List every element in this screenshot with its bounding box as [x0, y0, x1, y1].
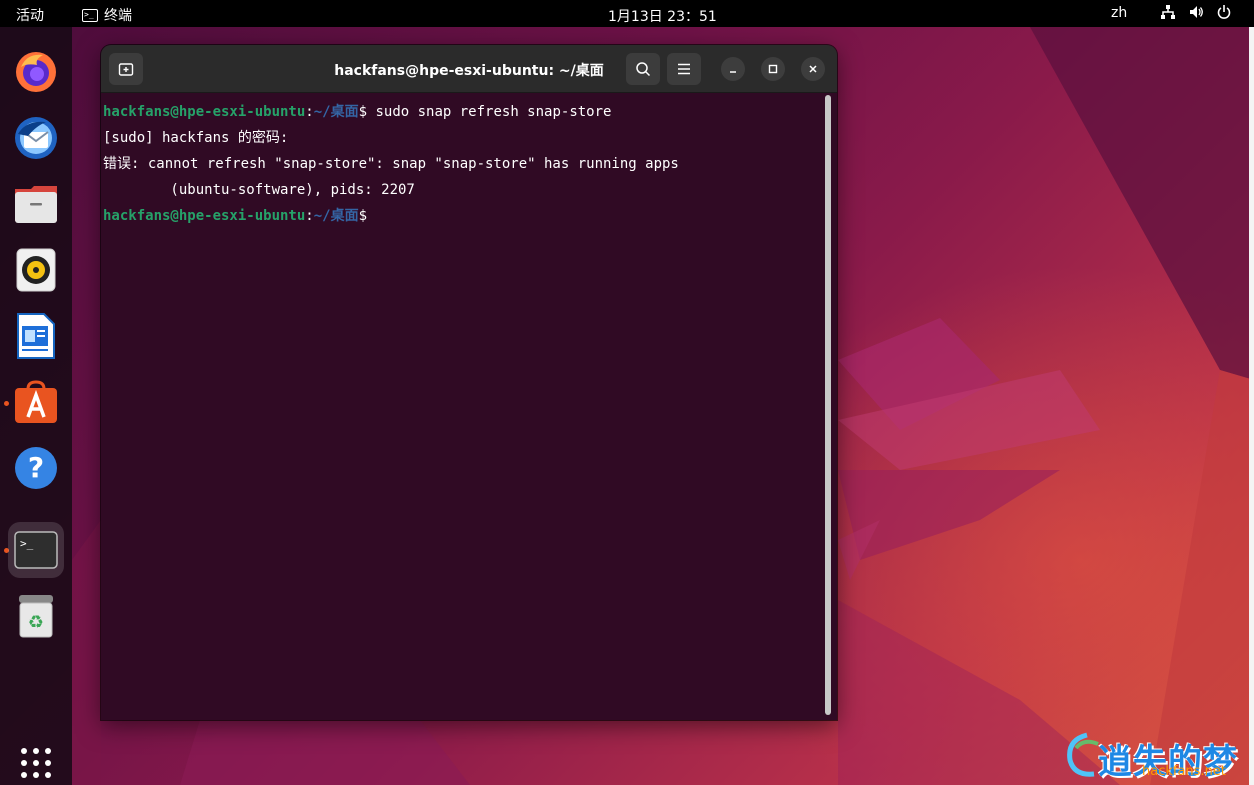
dock-terminal[interactable]: >_ — [8, 522, 64, 578]
writer-icon — [17, 313, 55, 359]
hamburger-icon — [678, 63, 690, 75]
search-icon — [636, 62, 651, 77]
close-icon — [809, 65, 817, 73]
app-grid-icon — [21, 748, 51, 778]
trash-icon: ♻ — [19, 595, 53, 638]
watermark-url: hackfans.net — [1142, 764, 1226, 779]
terminal-content[interactable]: hackfans@hpe-esxi-ubuntu:~/桌面$ sudo snap… — [101, 93, 837, 720]
dock-help[interactable]: ? — [8, 440, 64, 496]
prompt-separator: : — [305, 208, 314, 224]
svg-text:>_: >_ — [20, 537, 34, 550]
system-tray[interactable] — [1160, 4, 1232, 20]
close-button[interactable] — [801, 57, 825, 81]
prompt-user: hackfans@hpe-esxi-ubuntu — [103, 104, 306, 120]
search-button[interactable] — [626, 53, 660, 85]
activities-button[interactable]: 活动 — [16, 5, 44, 25]
svg-text:?: ? — [28, 451, 44, 484]
dock-firefox[interactable] — [8, 44, 64, 100]
prompt-user: hackfans@hpe-esxi-ubuntu — [103, 208, 306, 224]
help-icon: ? — [15, 447, 57, 489]
prompt-symbol: $ — [358, 104, 368, 120]
background-window-edge — [1249, 27, 1254, 785]
power-icon — [1217, 5, 1231, 19]
terminal-output-line: (ubuntu-software), pids: 2207 — [103, 182, 415, 198]
dock: ? >_ ♻ — [0, 27, 72, 785]
prompt-path: ~/桌面 — [313, 208, 359, 224]
watermark-logo: 逍失的梦 hackfans.net — [1062, 728, 1248, 782]
command-text: sudo snap refresh snap-store — [367, 104, 612, 120]
terminal-line-command: hackfans@hpe-esxi-ubuntu:~/桌面$ sudo snap… — [103, 99, 837, 125]
thunderbird-icon — [15, 117, 57, 159]
rhythmbox-icon — [16, 248, 56, 292]
show-apps-button[interactable] — [8, 735, 64, 785]
dock-ubuntu-software[interactable] — [8, 374, 64, 430]
terminal-mini-icon: >_ — [82, 8, 98, 22]
dock-files[interactable] — [8, 176, 64, 232]
prompt-path: ~/桌面 — [313, 104, 359, 120]
prompt-separator: : — [305, 104, 314, 120]
dock-thunderbird[interactable] — [8, 110, 64, 166]
maximize-button[interactable] — [761, 57, 785, 81]
volume-icon — [1190, 6, 1203, 18]
prompt-symbol: $ — [358, 208, 368, 224]
dock-trash[interactable]: ♻ — [8, 588, 64, 644]
maximize-icon — [768, 64, 778, 74]
minimize-button[interactable] — [721, 57, 745, 81]
input-language[interactable]: zh — [1111, 5, 1127, 21]
terminal-output-line: 错误: cannot refresh "snap-store": snap "s… — [103, 156, 679, 172]
app-menu[interactable]: >_ 终端 — [82, 5, 132, 25]
terminal-icon: >_ — [14, 531, 58, 569]
dock-rhythmbox[interactable] — [8, 242, 64, 298]
software-icon — [15, 380, 57, 423]
top-bar: 活动 >_ 终端 1月13日 23：51 zh — [0, 0, 1254, 27]
terminal-scrollbar[interactable] — [825, 95, 831, 715]
menu-button[interactable] — [667, 53, 701, 85]
dock-libreoffice-writer[interactable] — [8, 308, 64, 364]
minimize-icon — [730, 71, 736, 73]
terminal-output-line: [sudo] hackfans 的密码: — [103, 130, 289, 146]
app-menu-label: 终端 — [104, 8, 132, 24]
terminal-line-prompt: hackfans@hpe-esxi-ubuntu:~/桌面$ — [103, 203, 837, 229]
network-icon — [1161, 5, 1175, 19]
firefox-icon — [16, 52, 56, 92]
terminal-titlebar[interactable]: hackfans@hpe-esxi-ubuntu: ~/桌面 — [101, 45, 837, 93]
terminal-window[interactable]: hackfans@hpe-esxi-ubuntu: ~/桌面 hackfans@… — [101, 45, 837, 720]
clock[interactable]: 1月13日 23：51 — [608, 6, 717, 26]
files-icon — [15, 186, 57, 223]
svg-text:♻: ♻ — [28, 612, 44, 633]
